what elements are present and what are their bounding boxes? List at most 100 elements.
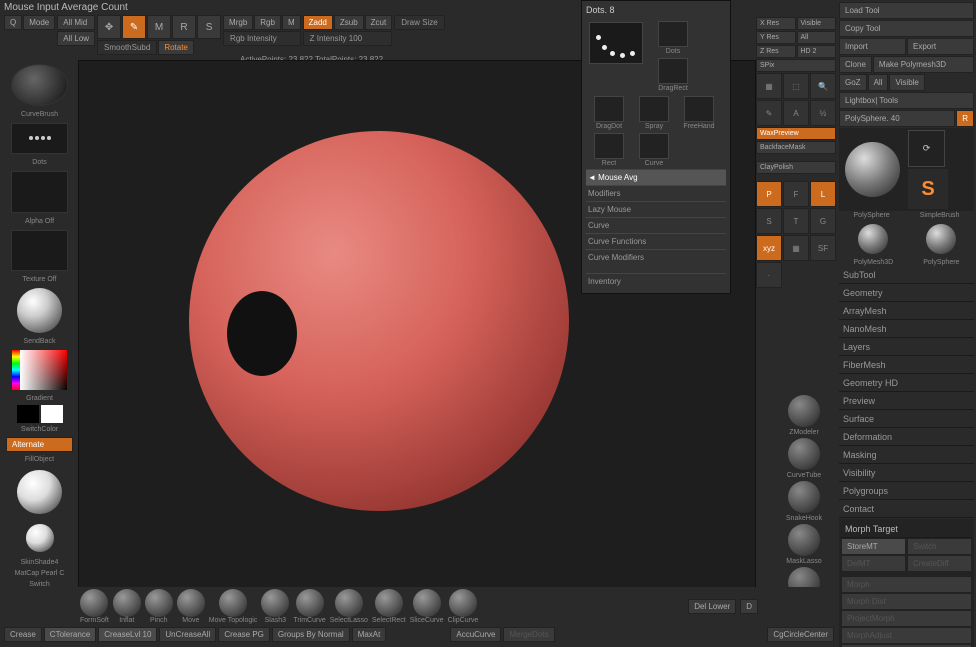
draw-mode-icon[interactable]: ✎ — [122, 15, 146, 39]
trimcurve-brush[interactable]: TrimCurve — [293, 589, 325, 624]
actual-icon[interactable]: A — [783, 100, 809, 126]
polysphere-thumb[interactable] — [926, 224, 956, 254]
persp-icon[interactable]: ▦ — [756, 73, 782, 99]
creaselvl-btn[interactable]: CreaseLvl 10 — [98, 627, 157, 642]
clone-btn[interactable]: Clone — [839, 56, 872, 73]
stroke-curve-sec[interactable]: Curve — [586, 217, 726, 233]
mode-btn[interactable]: Mode — [23, 15, 55, 30]
layers-panel[interactable]: Layers — [839, 339, 974, 356]
xyz-btn[interactable]: xyz — [756, 235, 782, 261]
zsub-btn[interactable]: Zsub — [334, 15, 364, 30]
curvetube-brush[interactable] — [788, 438, 820, 470]
claypolish-btn[interactable]: ClayPolish — [756, 161, 836, 174]
ghost-btn[interactable]: G — [810, 208, 836, 234]
import-btn[interactable]: Import — [839, 38, 906, 55]
fillobject-label[interactable]: FillObject — [2, 455, 77, 464]
gozall-btn[interactable]: All — [868, 74, 889, 91]
frame-icon[interactable]: ⬚ — [783, 73, 809, 99]
switch-btn[interactable]: Switch — [907, 538, 972, 555]
snakehook-brush[interactable] — [788, 481, 820, 513]
pinch-brush[interactable]: Pinch — [145, 589, 173, 624]
zadd-btn[interactable]: Zadd — [303, 15, 333, 30]
arraymesh-panel[interactable]: ArrayMesh — [839, 303, 974, 320]
preview-panel[interactable]: Preview — [839, 393, 974, 410]
stroke-dots[interactable]: Dots — [652, 21, 694, 55]
groupsnormal-btn[interactable]: Groups By Normal — [272, 627, 350, 642]
creasepg-btn[interactable]: Crease PG — [218, 627, 270, 642]
waxpreview-btn[interactable]: WaxPreview — [756, 127, 836, 140]
masking-panel[interactable]: Masking — [839, 447, 974, 464]
geohd-panel[interactable]: Geometry HD — [839, 375, 974, 392]
morphadjust-btn[interactable]: MorphAdjust — [841, 627, 972, 644]
visible-btn[interactable]: Visible — [797, 17, 837, 30]
rgb-btn[interactable]: Rgb — [254, 15, 281, 30]
scale-icon[interactable]: S — [197, 15, 221, 39]
local-btn[interactable]: L — [810, 181, 836, 207]
spix-btn[interactable]: SPix — [756, 59, 836, 72]
yres-btn[interactable]: Y Res — [756, 31, 796, 44]
nanomesh-panel[interactable]: NanoMesh — [839, 321, 974, 338]
texture-thumb[interactable] — [11, 230, 68, 272]
lightbox-btn[interactable]: Lightbox| Tools — [839, 92, 974, 109]
stroke-thumb[interactable] — [11, 123, 68, 155]
stroke-curvefn[interactable]: Curve Functions — [586, 233, 726, 249]
hd2-btn[interactable]: HD 2 — [797, 45, 837, 58]
geometry-panel[interactable]: Geometry — [839, 285, 974, 302]
stroke-modifiers[interactable]: Modifiers — [586, 185, 726, 201]
move-icon[interactable]: M — [147, 15, 171, 39]
goz-btn[interactable]: GoZ — [839, 74, 867, 91]
ctolerance-btn[interactable]: CTolerance — [44, 627, 96, 642]
formsoft-brush[interactable]: FormSoft — [80, 589, 109, 624]
stroke-spray[interactable]: Spray — [633, 96, 675, 130]
alternate-btn[interactable]: Alternate — [6, 437, 73, 452]
color-picker[interactable] — [12, 350, 67, 390]
uncrease-btn[interactable]: UnCreaseAll — [159, 627, 216, 642]
texture-ball[interactable] — [17, 288, 62, 333]
edit-icon[interactable]: ✎ — [756, 100, 782, 126]
extra-btn[interactable]: · — [756, 262, 782, 288]
all-btn[interactable]: All — [797, 31, 837, 44]
creatediff-btn[interactable]: CreateDiff — [907, 555, 972, 572]
slash3-brush[interactable]: Slash3 — [261, 589, 289, 624]
copytool-btn[interactable]: Copy Tool — [839, 20, 974, 37]
mrgb-btn[interactable]: Mrgb — [223, 15, 253, 30]
loadtool-btn[interactable]: Load Tool — [839, 2, 974, 19]
aahalf-icon[interactable]: ½ — [810, 100, 836, 126]
contact-panel[interactable]: Contact — [839, 501, 974, 518]
deformation-panel[interactable]: Deformation — [839, 429, 974, 446]
visibility-panel[interactable]: Visibility — [839, 465, 974, 482]
backface-btn[interactable]: BackfaceMask — [756, 141, 836, 154]
storemt-btn[interactable]: StoreMT — [841, 538, 906, 555]
masklasso-brush[interactable] — [788, 524, 820, 556]
makepoly-btn[interactable]: Make Polymesh3D — [873, 56, 974, 73]
sfront-btn[interactable]: SF — [810, 235, 836, 261]
material-ball-big[interactable] — [17, 470, 62, 515]
move-brush[interactable]: Move — [177, 589, 205, 624]
move-mode-icon[interactable]: ✥ — [97, 15, 121, 39]
stroke-rect[interactable]: Rect — [588, 133, 630, 167]
stroke-curve[interactable]: Curve — [633, 133, 675, 167]
floor-btn[interactable]: F — [783, 181, 809, 207]
inflat-brush[interactable]: Inflat — [113, 589, 141, 624]
scroll-icon[interactable]: ⟳ — [908, 130, 945, 167]
rotate-icon[interactable]: R — [172, 15, 196, 39]
stroke-freehand[interactable]: FreeHand — [678, 96, 720, 130]
d-btn[interactable]: D — [740, 599, 758, 614]
surface-panel[interactable]: Surface — [839, 411, 974, 428]
alpha-thumb[interactable] — [11, 171, 68, 213]
rotate-label[interactable]: Rotate — [158, 40, 194, 55]
zoom-icon[interactable]: 🔍 — [810, 73, 836, 99]
xres-btn[interactable]: X Res — [756, 17, 796, 30]
stroke-curvemod[interactable]: Curve Modifiers — [586, 249, 726, 265]
q-btn[interactable]: Q — [4, 15, 22, 30]
stroke-preview[interactable] — [589, 22, 643, 64]
clipcurve2-brush[interactable]: ClipCurve — [448, 589, 479, 624]
polysphere-name[interactable]: PolySphere. 40 — [839, 110, 955, 127]
stroke-lazymouse[interactable]: Lazy Mouse — [586, 201, 726, 217]
sv-box[interactable] — [20, 350, 67, 390]
polyf-btn[interactable]: ▦ — [783, 235, 809, 261]
crease-btn[interactable]: Crease — [4, 627, 42, 642]
morphtarget-head[interactable]: Morph Target — [841, 521, 972, 538]
solo-btn[interactable]: S — [756, 208, 782, 234]
all-mid-btn[interactable]: All Mid — [57, 15, 95, 30]
